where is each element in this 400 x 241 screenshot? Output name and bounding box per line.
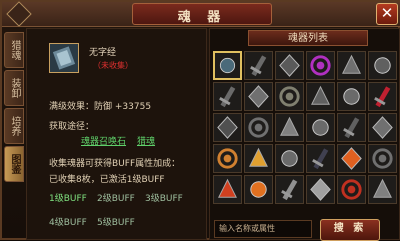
fist-icon <box>245 83 272 110</box>
obtain-link-hunt[interactable]: 猎魂 <box>137 134 155 147</box>
effect-value: 防御 +33755 <box>94 102 152 112</box>
artifact-cell[interactable] <box>306 144 335 173</box>
artifact-cell[interactable] <box>213 51 242 80</box>
artifact-cell[interactable] <box>368 51 397 80</box>
obtain-label: 获取途径： <box>49 122 95 132</box>
collected-status: 已收集8枚，已激活1级BUFF <box>49 175 165 185</box>
artifact-cell[interactable] <box>213 113 242 142</box>
buff-intro: 收集魂器可获得BUFF属性加成： <box>49 159 181 169</box>
artifact-grid <box>213 49 397 214</box>
artifact-cell[interactable] <box>368 144 397 173</box>
scythe-icon <box>276 52 303 79</box>
artifact-cell[interactable] <box>337 51 366 80</box>
scroll-icon <box>215 53 240 78</box>
chain-icon <box>276 114 303 141</box>
artifact-cell[interactable] <box>244 51 273 80</box>
title-bar: 魂 器 ✕ <box>2 1 400 27</box>
talisman-icon <box>307 114 334 141</box>
crystal-gem-icon <box>369 83 396 110</box>
artifact-cell[interactable] <box>244 82 273 111</box>
search-input[interactable]: 输入名称或属性 <box>214 220 312 238</box>
dragon-orb-icon <box>338 52 365 79</box>
item-name: 无字经 <box>89 48 117 58</box>
detail-panel: 无字经 （未收集） 满级效果：防御 +33755 获取途径： 魂器召唤石 猎魂 … <box>26 28 207 240</box>
hammer-icon <box>214 83 241 110</box>
dark-orb-icon <box>307 145 334 172</box>
tab-hunt[interactable]: 猎魂 <box>4 32 24 68</box>
blade-icon <box>245 114 272 141</box>
search-button[interactable]: 搜 索 <box>320 219 380 241</box>
buff-level-5: 5级BUFF <box>97 218 135 228</box>
artifact-cell[interactable] <box>275 144 304 173</box>
obtain-link-summon-stone[interactable]: 魂器召唤石 <box>81 134 126 147</box>
orb-icon <box>276 176 303 203</box>
artifact-cell[interactable] <box>275 51 304 80</box>
fire-staff-icon <box>214 176 241 203</box>
bead-icon <box>369 52 396 79</box>
artifact-cell[interactable] <box>368 175 397 204</box>
buff-level-1: 1级BUFF <box>49 194 87 204</box>
artifact-cell[interactable] <box>275 175 304 204</box>
flame-icon <box>245 176 272 203</box>
artifact-cell[interactable] <box>275 82 304 111</box>
close-button[interactable]: ✕ <box>376 3 398 25</box>
shield-disc-icon <box>214 114 241 141</box>
title-plate: 魂 器 <box>132 3 272 25</box>
list-header: 魂器列表 <box>248 30 368 46</box>
beast-head-icon <box>276 83 303 110</box>
artifact-cell[interactable] <box>306 175 335 204</box>
artifact-cell[interactable] <box>275 113 304 142</box>
artifact-cell[interactable] <box>368 113 397 142</box>
mace-icon <box>369 145 396 172</box>
buff-level-3: 3级BUFF <box>145 194 183 204</box>
item-status: （未收集） <box>93 61 133 70</box>
lantern-icon <box>338 114 365 141</box>
pendant-icon <box>338 83 365 110</box>
orb-icon <box>307 52 334 79</box>
artifact-cell[interactable] <box>213 144 242 173</box>
window-title: 魂 器 <box>177 10 227 25</box>
claw-icon <box>276 145 303 172</box>
artifact-cell[interactable] <box>337 175 366 204</box>
shell-icon <box>369 176 396 203</box>
artifact-cell[interactable] <box>337 144 366 173</box>
buff-level-2: 2级BUFF <box>97 194 135 204</box>
artifact-cell[interactable] <box>213 82 242 111</box>
dragon-icon <box>338 176 365 203</box>
tab-codex[interactable]: 图鉴 <box>4 146 24 182</box>
soul-artifact-window: 魂 器 ✕ 猎魂 装卸 培养 图鉴 无字经 （未收集） 满级效果：防御 +337… <box>0 0 400 241</box>
artifact-cell[interactable] <box>306 51 335 80</box>
orb-ring-icon <box>307 83 334 110</box>
sword-icon <box>245 52 272 79</box>
scroll-icon <box>52 46 76 70</box>
artifact-cell[interactable] <box>368 82 397 111</box>
fan-icon <box>307 176 334 203</box>
tab-equip[interactable]: 装卸 <box>4 70 24 106</box>
artifact-cell[interactable] <box>306 113 335 142</box>
phoenix-icon <box>338 145 365 172</box>
ornament-icon <box>6 1 32 27</box>
artifact-cell[interactable] <box>306 82 335 111</box>
golden-skull-icon <box>245 145 272 172</box>
artifact-cell[interactable] <box>244 144 273 173</box>
effect-label: 满级效果： <box>49 102 95 112</box>
staff-icon <box>214 145 241 172</box>
spike-icon <box>369 114 396 141</box>
artifact-cell[interactable] <box>337 113 366 142</box>
artifact-cell[interactable] <box>244 175 273 204</box>
selected-item-slot[interactable] <box>49 43 79 73</box>
effect-row: 满级效果：防御 +33755 <box>49 99 151 112</box>
artifact-cell[interactable] <box>244 113 273 142</box>
artifact-cell[interactable] <box>337 82 366 111</box>
buff-level-4: 4级BUFF <box>49 218 87 228</box>
artifact-list-panel: 魂器列表 输入名称或属性 搜 索 <box>209 28 400 241</box>
tab-cultivate[interactable]: 培养 <box>4 108 24 144</box>
artifact-cell[interactable] <box>213 175 242 204</box>
